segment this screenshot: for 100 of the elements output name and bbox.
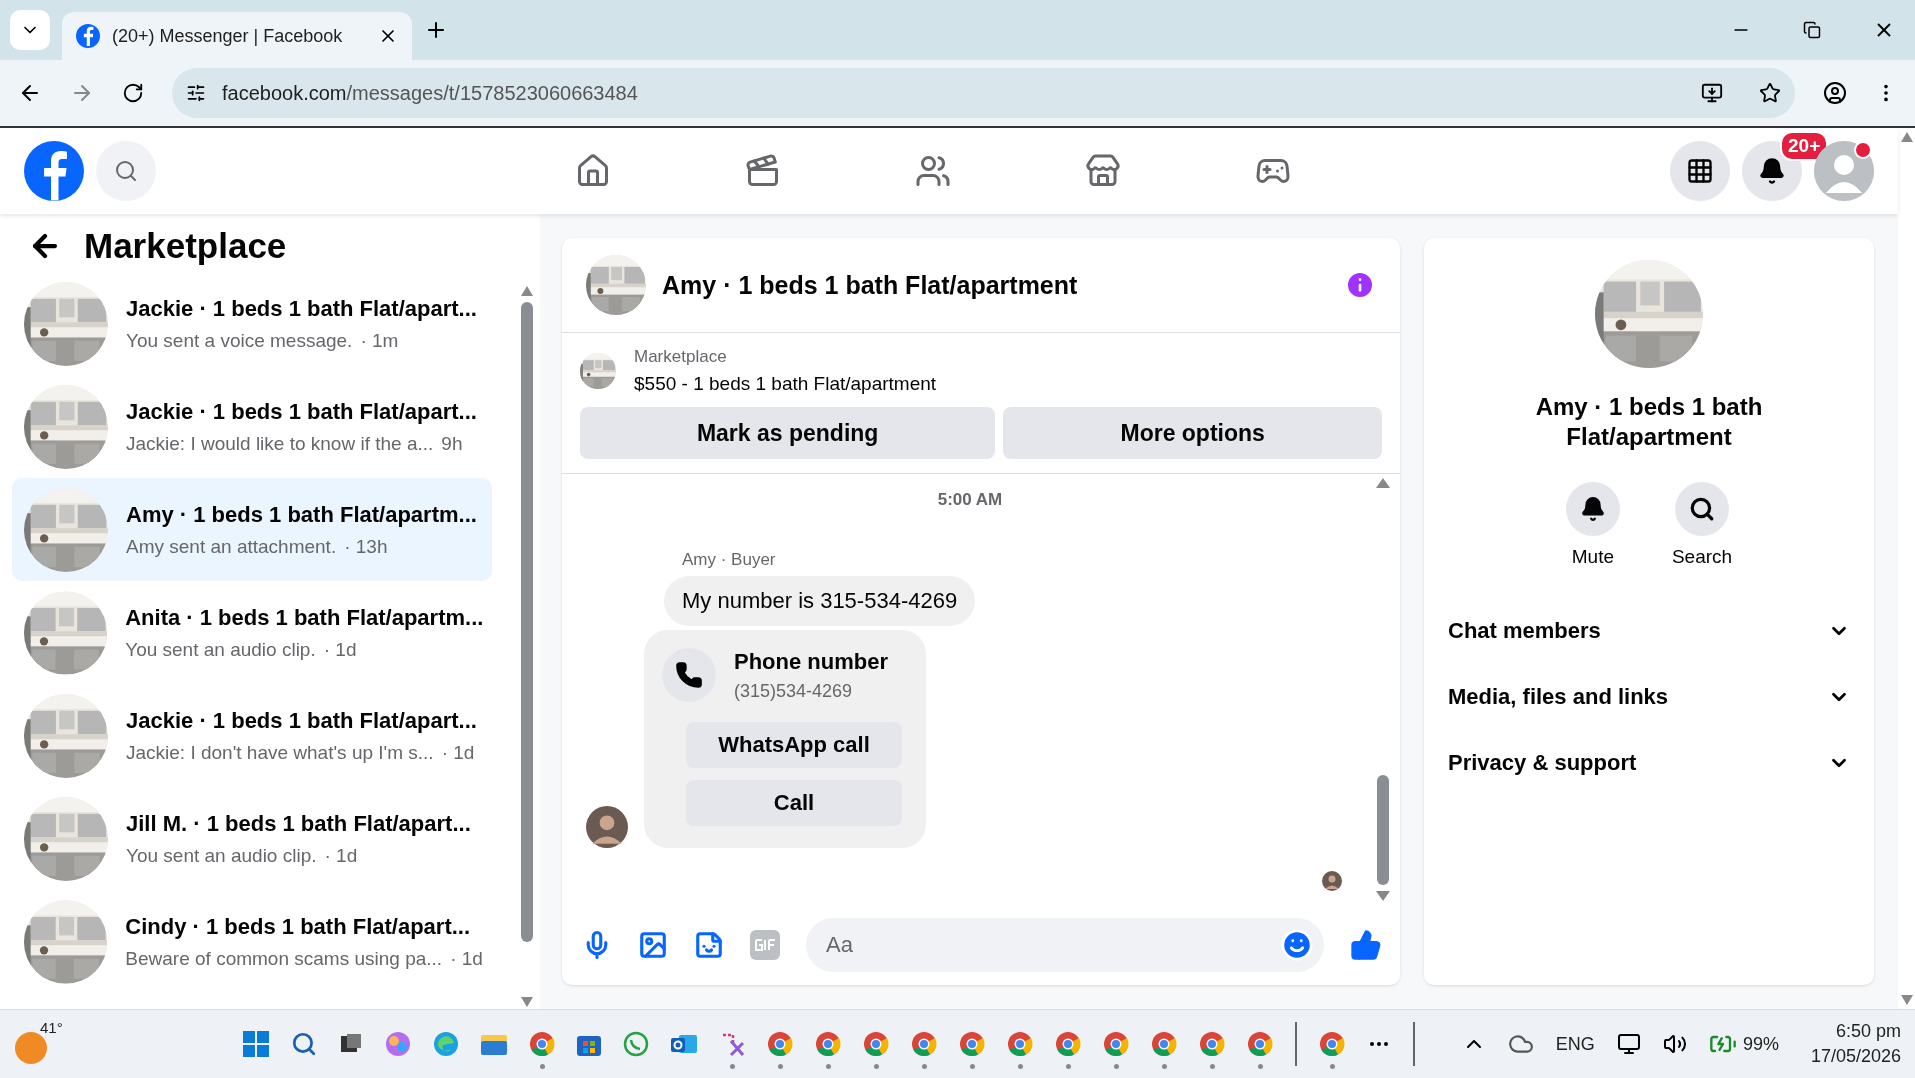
bookmark-star-icon[interactable] <box>1759 82 1781 104</box>
store-icon[interactable] <box>1085 153 1121 189</box>
search-icon <box>114 159 138 183</box>
network-icon[interactable] <box>1616 1032 1641 1056</box>
conversation-item[interactable]: Anita · 1 beds 1 bath Flat/apartm... You sent an audio clip. · 1d <box>12 581 492 684</box>
conversation-item[interactable]: Jackie · 1 beds 1 bath Flat/apart... Jackie: I don't have what's up I'm s... · 1d <box>12 684 492 787</box>
conversation-item[interactable]: Jackie · 1 beds 1 bath Flat/apart... Jackie: I would like to know if the a... 9h <box>12 375 492 478</box>
scrollbar-thumb[interactable] <box>521 302 533 942</box>
section-header[interactable]: Chat members <box>1448 598 1850 664</box>
message-bubble: My number is 315-534-4269 <box>664 576 976 626</box>
chrome-icon[interactable] <box>863 1031 889 1057</box>
photo-icon[interactable] <box>638 930 668 960</box>
conversation-title: Amy · 1 beds 1 bath Flat/apartm... <box>126 501 477 528</box>
profile-icon[interactable] <box>1823 81 1847 105</box>
chrome-icon[interactable] <box>1103 1031 1129 1057</box>
install-icon[interactable] <box>1701 82 1723 104</box>
battery-indicator[interactable]: 99% <box>1708 1030 1779 1058</box>
scroll-up-icon[interactable] <box>1376 478 1390 488</box>
scrollbar-thumb[interactable] <box>1377 775 1389 885</box>
conversation-preview: You sent an audio clip. <box>126 844 317 867</box>
volume-icon[interactable] <box>1662 1032 1687 1056</box>
conversation-time: · 1m <box>360 329 399 352</box>
facebook-icon <box>76 24 100 48</box>
chrome-icon[interactable] <box>529 1031 555 1057</box>
listing-source: Marketplace <box>634 347 728 367</box>
search-icon[interactable] <box>291 1031 317 1057</box>
chrome-icon[interactable] <box>767 1031 793 1057</box>
copilot-icon[interactable] <box>385 1031 411 1057</box>
thumbs-up-icon[interactable] <box>1350 929 1382 961</box>
conversation-preview: Amy sent an attachment. <box>126 535 337 558</box>
edge-icon[interactable] <box>433 1031 459 1057</box>
conversation-preview: Jackie: I would like to know if the a... <box>126 432 434 455</box>
scroll-up-icon[interactable] <box>1900 132 1913 142</box>
avatar <box>586 806 628 848</box>
windows-start-icon[interactable] <box>243 1031 269 1057</box>
site-settings-icon[interactable] <box>186 83 206 103</box>
language-indicator[interactable]: ENG <box>1555 1033 1595 1055</box>
chrome-icon[interactable] <box>1319 1031 1345 1057</box>
reload-icon[interactable] <box>122 82 144 104</box>
browser-tab[interactable]: (20+) Messenger | Facebook <box>62 12 412 60</box>
chrome-icon[interactable] <box>911 1031 937 1057</box>
sidebar-title: Marketplace <box>84 226 287 266</box>
video-icon[interactable] <box>745 153 781 189</box>
call-button[interactable]: Call <box>686 780 902 826</box>
whatsapp-icon[interactable] <box>623 1031 649 1057</box>
tab-title: (20+) Messenger | Facebook <box>112 25 344 47</box>
conversation-time: · 1d <box>450 947 483 970</box>
conversation-item[interactable]: Amy · 1 beds 1 bath Flat/apartm... Amy sent an attachment. · 13h <box>12 478 492 581</box>
message-field[interactable]: Aa <box>806 918 1324 972</box>
search-icon <box>1689 496 1715 522</box>
home-icon[interactable] <box>575 153 611 189</box>
sticker-icon[interactable] <box>694 930 724 960</box>
scroll-down-icon[interactable] <box>521 997 533 1007</box>
conversation-preview: Beware of common scams using pa... <box>125 947 443 970</box>
scroll-up-icon[interactable] <box>521 286 533 296</box>
call-button[interactable]: WhatsApp call <box>686 722 902 768</box>
card-title: Phone number <box>734 648 888 675</box>
phone-number: (315)534-4269 <box>734 680 854 702</box>
conversation-title: Jill M. · 1 beds 1 bath Flat/apart... <box>126 810 471 837</box>
listing-summary: $550 - 1 beds 1 bath Flat/apartment <box>634 373 937 395</box>
conversation-time: · 1d <box>441 741 475 764</box>
chrome-icon[interactable] <box>815 1031 841 1057</box>
chrome-icon[interactable] <box>1055 1031 1081 1057</box>
chrome-icon[interactable] <box>1007 1031 1033 1057</box>
conversation-time: · 1d <box>323 638 357 661</box>
restore-icon[interactable] <box>1803 21 1821 39</box>
section-header[interactable]: Media, files and links <box>1448 664 1850 730</box>
friends-icon[interactable] <box>915 153 951 189</box>
listing-action-button[interactable]: More options <box>1003 407 1382 459</box>
conversation-item[interactable]: Cindy · 1 beds 1 bath Flat/apart... Beware of common scams using pa... · 1d <box>12 890 492 993</box>
sender-label: Amy · Buyer <box>682 550 777 570</box>
folder-icon[interactable] <box>481 1033 507 1055</box>
url-text: facebook.com/messages/t/1578523060663484 <box>222 81 638 105</box>
conversation-name: Amy · 1 beds 1 bath Flat/apartment <box>1534 392 1764 452</box>
chrome-icon[interactable] <box>1247 1031 1273 1057</box>
facebook-logo[interactable] <box>24 141 84 201</box>
message-input[interactable]: Aa <box>824 924 1280 966</box>
sun-icon <box>14 1031 48 1065</box>
conversation-time: · 1d <box>324 844 358 867</box>
scroll-down-icon[interactable] <box>1900 995 1913 1005</box>
avatar <box>1322 871 1342 891</box>
conversation-preview: Jackie: I don't have what's up I'm s... <box>126 741 434 764</box>
weather-widget[interactable]: 41° <box>14 1019 76 1069</box>
emoji-icon[interactable] <box>1280 928 1314 962</box>
address-bar[interactable]: facebook.com/messages/t/1578523060663484 <box>172 68 1795 118</box>
menu-grid-button[interactable] <box>1670 141 1730 201</box>
listing-action-button[interactable]: Mark as pending <box>580 407 996 459</box>
chrome-icon[interactable] <box>959 1031 985 1057</box>
conversation-item[interactable]: Jackie · 1 beds 1 bath Flat/apart... You sent a voice message. · 1m <box>12 272 492 375</box>
chrome-icon[interactable] <box>1199 1031 1225 1057</box>
scroll-down-icon[interactable] <box>1376 891 1390 901</box>
section-header[interactable]: Privacy & support <box>1448 730 1850 796</box>
conversation-title: Jackie · 1 beds 1 bath Flat/apart... <box>126 398 477 425</box>
bell-icon <box>1758 157 1786 185</box>
message-timestamp: 5:00 AM <box>937 490 1003 510</box>
conversation-item[interactable]: Jill M. · 1 beds 1 bath Flat/apart... You sent an audio clip. · 1d <box>12 787 492 890</box>
conversation-title: Jackie · 1 beds 1 bath Flat/apart... <box>126 707 477 734</box>
clock[interactable]: 6:50 pm 17/05/2026 <box>1810 1021 1901 1067</box>
conversation-title: Cindy · 1 beds 1 bath Flat/apart... <box>125 913 472 940</box>
chrome-icon[interactable] <box>1151 1031 1177 1057</box>
